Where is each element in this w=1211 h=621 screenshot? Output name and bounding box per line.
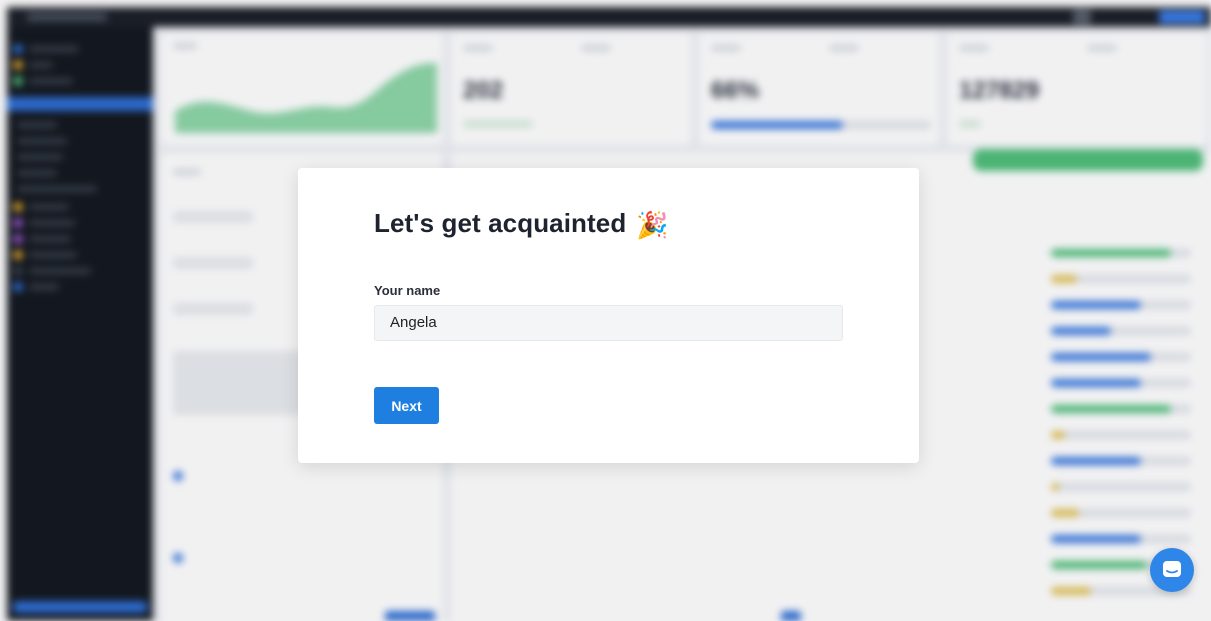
- modal-title: Let's get acquainted 🎉: [374, 208, 669, 240]
- name-field-label: Your name: [374, 283, 441, 298]
- next-button[interactable]: Next: [374, 387, 439, 424]
- name-input[interactable]: Angela: [374, 305, 843, 341]
- onboarding-modal: Let's get acquainted 🎉 Your name Angela N…: [298, 168, 919, 463]
- chat-launcher-button[interactable]: [1150, 548, 1194, 592]
- chat-bubble-icon: [1163, 561, 1181, 577]
- party-popper-icon: 🎉: [636, 210, 669, 240]
